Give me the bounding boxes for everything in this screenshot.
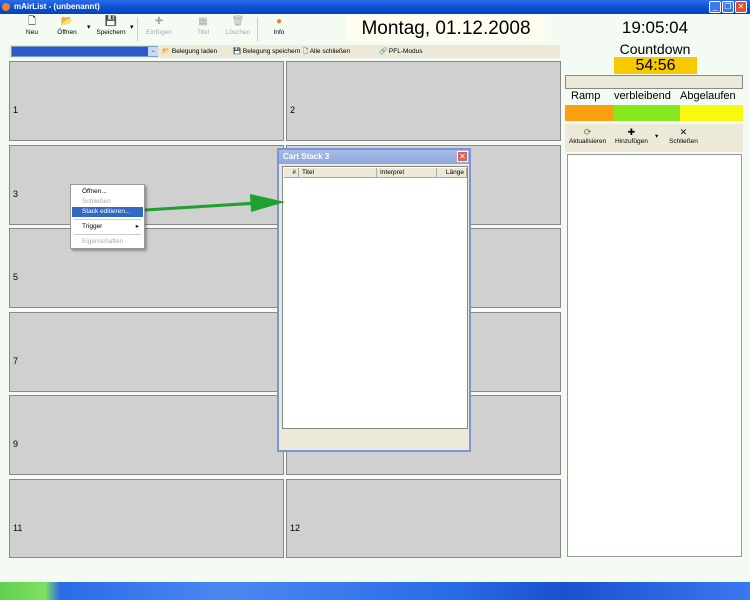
taskbar [0,582,750,600]
menu-item-close[interactable]: Schließen [72,197,143,207]
menu-item-open[interactable]: Öffnen... [72,187,143,197]
menu-item-edit-stack[interactable]: Stack editieren... [72,207,143,217]
annotation-arrow [144,194,285,212]
arrow-shaft [144,201,259,212]
menu-item-trigger[interactable]: Trigger ▸ [72,222,143,232]
menu-item-properties[interactable]: Eigenschaften [72,237,143,247]
submenu-arrow-icon: ▸ [135,223,139,230]
context-menu: Öffnen... Schließen Stack editieren... T… [70,184,145,249]
arrow-head [250,194,285,212]
